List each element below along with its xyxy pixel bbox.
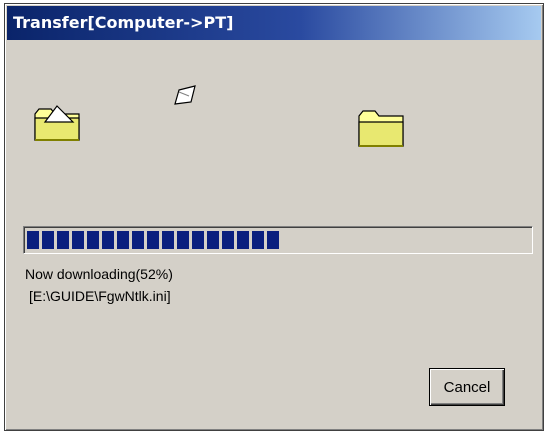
folder-icon: [358, 110, 404, 147]
status-message: Now downloading(52%): [25, 266, 173, 282]
folder-open-icon: [34, 105, 80, 141]
title-bar[interactable]: Transfer[Computer->PT]: [7, 6, 541, 40]
window-title: Transfer[Computer->PT]: [13, 13, 234, 32]
progress-fill: [27, 231, 282, 249]
status-file-path: [E:\GUIDE\FgwNtlk.ini]: [29, 288, 171, 304]
transfer-dialog: Transfer[Computer->PT] Now downloading(5…: [4, 3, 544, 431]
cancel-button[interactable]: Cancel: [429, 368, 505, 406]
document-icon: [174, 85, 196, 105]
progress-bar: [23, 226, 533, 254]
